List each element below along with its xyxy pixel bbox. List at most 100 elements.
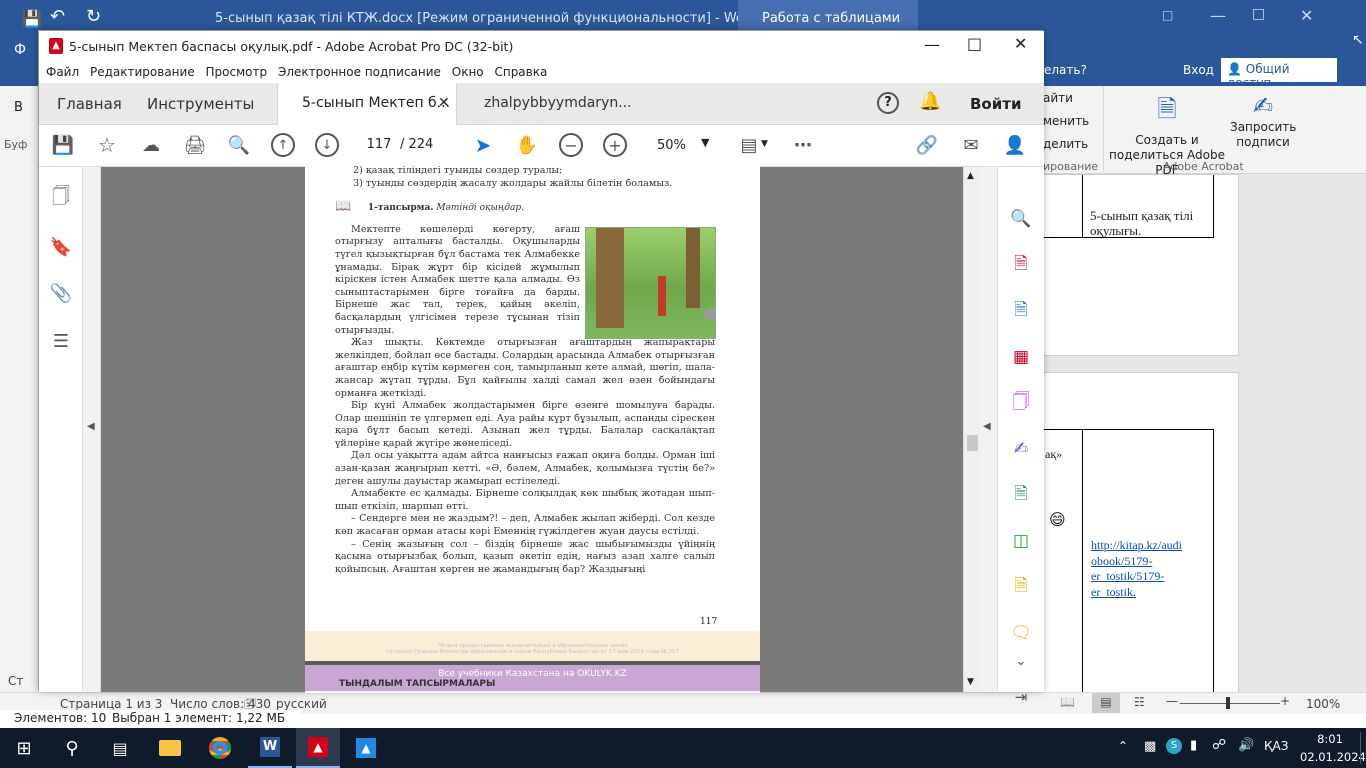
page-down-icon[interactable]: ↓ — [315, 133, 339, 157]
acrobat-taskbar-button[interactable]: ▲ — [296, 728, 340, 768]
menu-help[interactable]: Справка — [494, 61, 547, 79]
attachments-icon[interactable]: 📎 — [49, 281, 73, 305]
share-button[interactable]: 👤 Общий доступ — [1221, 58, 1337, 90]
clock[interactable]: 8:01 02.01.2024 — [1300, 730, 1366, 766]
ribbon-display-icon[interactable]: □ — [1162, 8, 1173, 22]
file-explorer-button[interactable] — [148, 728, 192, 768]
share-link-icon[interactable]: 🔗 — [915, 133, 939, 157]
organize-pages-icon[interactable]: ▦ — [1009, 345, 1033, 369]
battery-icon[interactable]: ▮ — [1190, 738, 1197, 753]
save-icon[interactable]: 💾 — [22, 9, 42, 28]
menu-view[interactable]: Просмотр — [206, 61, 268, 79]
task-view-button[interactable]: ▤ — [96, 728, 144, 768]
page-count[interactable]: Страница 1 из 3 — [60, 697, 162, 711]
collapse-panel-icon[interactable]: ⇥ — [1009, 685, 1033, 709]
zoom-out-icon[interactable]: − — [559, 133, 583, 157]
signin-button[interactable]: Войти — [970, 95, 1021, 113]
word-taskbar-button[interactable]: W — [248, 728, 292, 768]
login-link[interactable]: Вход — [1183, 63, 1214, 77]
tray-app-icon[interactable]: ▩ — [1144, 739, 1156, 754]
create-pdf-icon[interactable]: 🗎 — [1009, 253, 1033, 277]
language[interactable]: русский — [276, 697, 327, 711]
tell-me-fragment[interactable]: елать? — [1044, 63, 1087, 77]
document-view[interactable]: 2) қазақ тіліндегі туынды сөздер туралы;… — [101, 165, 963, 693]
bell-icon[interactable]: 🔔 — [919, 91, 941, 112]
hand-tool-icon[interactable]: ✋ — [515, 133, 539, 157]
scan-icon[interactable]: 🗎 — [1009, 575, 1033, 599]
search-tools-icon[interactable]: 🔍 — [1009, 207, 1033, 231]
menu-esign[interactable]: Электронное подписание — [278, 61, 441, 79]
select-cursor-icon[interactable]: ➤ — [471, 133, 495, 157]
add-user-icon[interactable]: 👤 — [1003, 133, 1027, 157]
bookmarks-icon[interactable]: 🔖 — [49, 235, 73, 259]
menu-edit[interactable]: Редактирование — [90, 61, 195, 79]
tab-doc-active[interactable]: 5-сынып Мектеп б... ✕ — [277, 83, 457, 125]
volume-icon[interactable]: 🔊 — [1238, 738, 1254, 753]
ribbon-fragment-3[interactable]: делить — [1043, 137, 1088, 151]
export-pdf-icon[interactable]: 🗎 — [1009, 299, 1033, 323]
collapse-icon[interactable]: ↖ — [1352, 32, 1364, 48]
email-icon[interactable]: ✉ — [959, 133, 983, 157]
undo-icon[interactable]: ↶ — [50, 6, 65, 27]
fill-sign-icon[interactable]: ✍ — [1009, 437, 1033, 461]
edit-pdf-icon[interactable]: 🗍 — [1009, 391, 1033, 415]
start-button[interactable]: ⊞ — [0, 728, 48, 768]
chrome-button[interactable] — [198, 728, 242, 768]
ribbon-fragment-2[interactable]: менить — [1043, 114, 1089, 128]
tray-chevron-icon[interactable]: ⌃ — [1118, 739, 1128, 753]
page-thumbnails-icon[interactable]: 🗍 — [49, 186, 73, 211]
photos-button[interactable]: ▲ — [344, 728, 388, 768]
bookmark-star-icon[interactable]: ☆ — [95, 133, 119, 157]
ribbon-fragment-1[interactable]: айти — [1043, 91, 1073, 105]
web-layout-icon[interactable]: ☷ — [1134, 695, 1145, 709]
maximize-icon[interactable]: □ — [1252, 6, 1265, 22]
zoom-in-icon[interactable]: + — [603, 133, 627, 157]
more-tools-chevron-icon[interactable]: ⌄ — [1009, 651, 1033, 671]
layers-icon[interactable]: ☰ — [49, 329, 73, 353]
close-icon[interactable]: ✕ — [1300, 6, 1313, 25]
scroll-down-icon[interactable]: ▼ — [967, 677, 974, 687]
vertical-scrollbar[interactable]: ▲ ▼ — [963, 167, 980, 692]
tab-home[interactable]: Главная — [57, 83, 122, 125]
comment-icon[interactable]: 🗨 — [1009, 621, 1033, 645]
zoom-slider-thumb[interactable] — [1226, 697, 1230, 709]
zoom-level[interactable]: 100% — [1306, 697, 1340, 711]
minimize-icon[interactable]: — — [1210, 6, 1226, 25]
search-button[interactable]: ⚲ — [48, 728, 96, 768]
print-icon[interactable]: 🖨 — [183, 133, 207, 157]
language-indicator[interactable]: ҚАЗ — [1264, 739, 1288, 753]
save-icon[interactable]: 💾 — [51, 133, 75, 157]
page-display-icon[interactable]: ▤ — [737, 133, 761, 157]
search-icon[interactable]: 🔍 — [227, 133, 251, 157]
tab-close-icon[interactable]: ✕ — [438, 95, 450, 111]
read-mode-icon[interactable]: 📖 — [1060, 695, 1075, 709]
compare-icon[interactable]: ◫ — [1009, 529, 1033, 553]
tab-doc-2[interactable]: zhalpybbyymdaryn... — [484, 83, 632, 125]
tab-tools[interactable]: Инструменты — [147, 83, 254, 125]
zoom-out-icon[interactable]: — — [1166, 694, 1178, 708]
help-icon[interactable]: ? — [877, 92, 899, 114]
right-panel-toggle[interactable]: ◀ — [980, 167, 997, 692]
send-for-signature-icon[interactable]: 🗎 — [1009, 483, 1033, 507]
zoom-in-icon[interactable]: + — [1280, 694, 1290, 708]
tray-skype-icon[interactable]: S — [1166, 738, 1182, 754]
zoom-dropdown[interactable]: 50% ▼ — [649, 134, 713, 158]
redo-icon[interactable]: ↻ — [86, 6, 101, 27]
left-panel-toggle[interactable]: ◀ — [83, 167, 101, 692]
print-layout-icon[interactable]: ▤ — [1092, 693, 1120, 713]
page-number-input[interactable]: 117 — [359, 132, 399, 158]
page-display-chevron-icon[interactable]: ▼ — [761, 139, 768, 149]
page-up-icon[interactable]: ↑ — [271, 133, 295, 157]
menu-window[interactable]: Окно — [452, 61, 484, 79]
more-tools-icon[interactable]: ⋯ — [791, 133, 815, 157]
acrobat-minimize-icon[interactable]: — — [924, 35, 940, 54]
request-sign-button[interactable]: ✍ Запросить подписи — [1230, 92, 1296, 150]
file-tab-fragment[interactable]: Ф — [14, 42, 26, 58]
cloud-upload-icon[interactable]: ☁ — [139, 133, 163, 157]
acrobat-close-icon[interactable]: ✕ — [1014, 34, 1027, 53]
menu-file[interactable]: Файл — [46, 61, 79, 79]
scroll-up-icon[interactable]: ▲ — [967, 171, 974, 181]
network-icon[interactable]: ☍ — [1212, 737, 1226, 753]
acrobat-maximize-icon[interactable]: □ — [967, 34, 982, 53]
scrollbar-thumb[interactable] — [967, 435, 978, 451]
